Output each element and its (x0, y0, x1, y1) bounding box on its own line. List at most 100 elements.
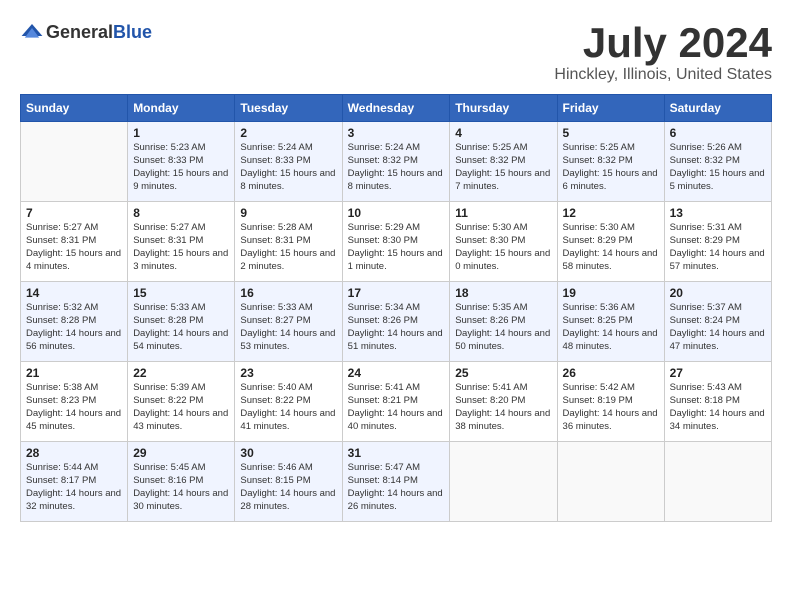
day-info: Sunrise: 5:34 AMSunset: 8:26 PMDaylight:… (348, 302, 445, 353)
day-info: Sunrise: 5:25 AMSunset: 8:32 PMDaylight:… (455, 142, 551, 193)
day-cell: 16 Sunrise: 5:33 AMSunset: 8:27 PMDayligh… (235, 282, 342, 362)
day-number: 22 (133, 366, 229, 380)
day-info: Sunrise: 5:40 AMSunset: 8:22 PMDaylight:… (240, 382, 336, 433)
week-row-2: 7 Sunrise: 5:27 AMSunset: 8:31 PMDaylight… (21, 202, 772, 282)
day-cell: 30 Sunrise: 5:46 AMSunset: 8:15 PMDayligh… (235, 442, 342, 522)
day-info: Sunrise: 5:46 AMSunset: 8:15 PMDaylight:… (240, 462, 336, 513)
day-info: Sunrise: 5:47 AMSunset: 8:14 PMDaylight:… (348, 462, 445, 513)
day-info: Sunrise: 5:42 AMSunset: 8:19 PMDaylight:… (563, 382, 659, 433)
day-cell: 25Sunrise: 5:41 AMSunset: 8:20 PMDayligh… (450, 362, 557, 442)
day-number: 9 (240, 206, 336, 220)
day-info: Sunrise: 5:26 AMSunset: 8:32 PMDaylight:… (670, 142, 766, 193)
day-cell: 17 Sunrise: 5:34 AMSunset: 8:26 PMDayligh… (342, 282, 450, 362)
page-header: GeneralBlue July 2024 Hinckley, Illinois… (20, 20, 772, 84)
day-cell: 1Sunrise: 5:23 AMSunset: 8:33 PMDaylight… (128, 122, 235, 202)
header-wednesday: Wednesday (342, 95, 450, 122)
day-info: Sunrise: 5:32 AMSunset: 8:28 PMDaylight:… (26, 302, 122, 353)
day-cell: 23 Sunrise: 5:40 AMSunset: 8:22 PMDayligh… (235, 362, 342, 442)
day-number: 11 (455, 206, 551, 220)
day-cell: 26 Sunrise: 5:42 AMSunset: 8:19 PMDayligh… (557, 362, 664, 442)
week-row-3: 14 Sunrise: 5:32 AMSunset: 8:28 PMDayligh… (21, 282, 772, 362)
logo-text-blue: Blue (113, 22, 152, 42)
header-row: SundayMondayTuesdayWednesdayThursdayFrid… (21, 95, 772, 122)
day-number: 19 (563, 286, 659, 300)
day-cell: 11 Sunrise: 5:30 AMSunset: 8:30 PMDayligh… (450, 202, 557, 282)
day-number: 26 (563, 366, 659, 380)
day-number: 24 (348, 366, 445, 380)
header-friday: Friday (557, 95, 664, 122)
day-cell: 18Sunrise: 5:35 AMSunset: 8:26 PMDayligh… (450, 282, 557, 362)
day-cell: 10Sunrise: 5:29 AMSunset: 8:30 PMDayligh… (342, 202, 450, 282)
day-number: 8 (133, 206, 229, 220)
day-info: Sunrise: 5:41 AMSunset: 8:21 PMDaylight:… (348, 382, 445, 433)
day-number: 5 (563, 126, 659, 140)
day-info: Sunrise: 5:30 AMSunset: 8:29 PMDaylight:… (563, 222, 659, 273)
day-info: Sunrise: 5:35 AMSunset: 8:26 PMDaylight:… (455, 302, 551, 353)
day-info: Sunrise: 5:25 AMSunset: 8:32 PMDaylight:… (563, 142, 659, 193)
header-tuesday: Tuesday (235, 95, 342, 122)
day-info: Sunrise: 5:44 AMSunset: 8:17 PMDaylight:… (26, 462, 122, 513)
day-number: 3 (348, 126, 445, 140)
day-cell: 5 Sunrise: 5:25 AMSunset: 8:32 PMDaylight… (557, 122, 664, 202)
day-cell: 15Sunrise: 5:33 AMSunset: 8:28 PMDayligh… (128, 282, 235, 362)
day-cell: 20Sunrise: 5:37 AMSunset: 8:24 PMDayligh… (664, 282, 771, 362)
day-info: Sunrise: 5:43 AMSunset: 8:18 PMDaylight:… (670, 382, 766, 433)
day-number: 16 (240, 286, 336, 300)
day-cell: 21Sunrise: 5:38 AMSunset: 8:23 PMDayligh… (21, 362, 128, 442)
day-cell: 27 Sunrise: 5:43 AMSunset: 8:18 PMDayligh… (664, 362, 771, 442)
day-number: 31 (348, 446, 445, 460)
day-info: Sunrise: 5:27 AMSunset: 8:31 PMDaylight:… (26, 222, 122, 273)
day-info: Sunrise: 5:36 AMSunset: 8:25 PMDaylight:… (563, 302, 659, 353)
day-number: 6 (670, 126, 766, 140)
day-cell: 14 Sunrise: 5:32 AMSunset: 8:28 PMDayligh… (21, 282, 128, 362)
day-number: 15 (133, 286, 229, 300)
day-cell: 19 Sunrise: 5:36 AMSunset: 8:25 PMDayligh… (557, 282, 664, 362)
day-cell: 31 Sunrise: 5:47 AMSunset: 8:14 PMDayligh… (342, 442, 450, 522)
day-info: Sunrise: 5:23 AMSunset: 8:33 PMDaylight:… (133, 142, 229, 193)
day-info: Sunrise: 5:37 AMSunset: 8:24 PMDaylight:… (670, 302, 766, 353)
day-number: 30 (240, 446, 336, 460)
day-cell: 4 Sunrise: 5:25 AMSunset: 8:32 PMDaylight… (450, 122, 557, 202)
day-info: Sunrise: 5:24 AMSunset: 8:32 PMDaylight:… (348, 142, 445, 193)
day-cell: 9 Sunrise: 5:28 AMSunset: 8:31 PMDaylight… (235, 202, 342, 282)
location-title: Hinckley, Illinois, United States (554, 66, 772, 84)
day-info: Sunrise: 5:30 AMSunset: 8:30 PMDaylight:… (455, 222, 551, 273)
day-cell: 29 Sunrise: 5:45 AMSunset: 8:16 PMDayligh… (128, 442, 235, 522)
day-cell: 12 Sunrise: 5:30 AMSunset: 8:29 PMDayligh… (557, 202, 664, 282)
day-cell: 8Sunrise: 5:27 AMSunset: 8:31 PMDaylight… (128, 202, 235, 282)
day-info: Sunrise: 5:29 AMSunset: 8:30 PMDaylight:… (348, 222, 445, 273)
day-number: 27 (670, 366, 766, 380)
day-info: Sunrise: 5:28 AMSunset: 8:31 PMDaylight:… (240, 222, 336, 273)
day-number: 4 (455, 126, 551, 140)
day-number: 2 (240, 126, 336, 140)
day-cell: 28 Sunrise: 5:44 AMSunset: 8:17 PMDayligh… (21, 442, 128, 522)
day-number: 23 (240, 366, 336, 380)
day-info: Sunrise: 5:31 AMSunset: 8:29 PMDaylight:… (670, 222, 766, 273)
header-sunday: Sunday (21, 95, 128, 122)
calendar-table: SundayMondayTuesdayWednesdayThursdayFrid… (20, 94, 772, 522)
day-info: Sunrise: 5:45 AMSunset: 8:16 PMDaylight:… (133, 462, 229, 513)
day-number: 25 (455, 366, 551, 380)
day-cell (557, 442, 664, 522)
day-info: Sunrise: 5:33 AMSunset: 8:27 PMDaylight:… (240, 302, 336, 353)
day-number: 7 (26, 206, 122, 220)
day-info: Sunrise: 5:24 AMSunset: 8:33 PMDaylight:… (240, 142, 336, 193)
day-number: 28 (26, 446, 122, 460)
day-cell (664, 442, 771, 522)
day-cell: 24 Sunrise: 5:41 AMSunset: 8:21 PMDayligh… (342, 362, 450, 442)
logo: GeneralBlue (20, 20, 152, 44)
day-cell: 6 Sunrise: 5:26 AMSunset: 8:32 PMDaylight… (664, 122, 771, 202)
day-number: 14 (26, 286, 122, 300)
day-number: 29 (133, 446, 229, 460)
day-cell: 3 Sunrise: 5:24 AMSunset: 8:32 PMDaylight… (342, 122, 450, 202)
header-thursday: Thursday (450, 95, 557, 122)
week-row-1: 1Sunrise: 5:23 AMSunset: 8:33 PMDaylight… (21, 122, 772, 202)
day-cell: 7 Sunrise: 5:27 AMSunset: 8:31 PMDaylight… (21, 202, 128, 282)
header-saturday: Saturday (664, 95, 771, 122)
logo-icon (20, 20, 44, 44)
day-number: 17 (348, 286, 445, 300)
day-number: 13 (670, 206, 766, 220)
day-cell (21, 122, 128, 202)
logo-text-general: General (46, 22, 113, 42)
day-number: 12 (563, 206, 659, 220)
